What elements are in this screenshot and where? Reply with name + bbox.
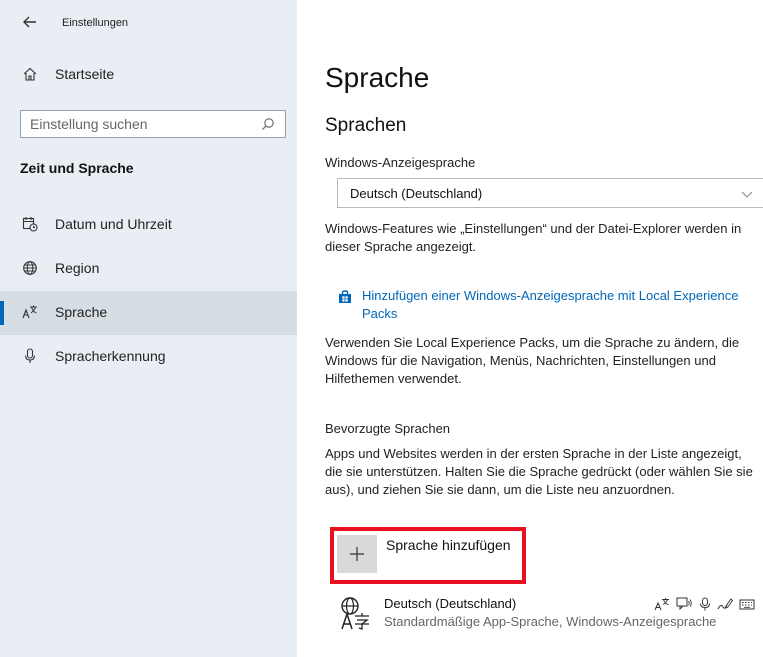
language-globe-icon bbox=[341, 597, 369, 630]
language-entry-name[interactable]: Deutsch (Deutschland) bbox=[384, 596, 516, 611]
display-language-description: Windows-Features wie „Einstellungen“ und… bbox=[325, 221, 742, 254]
lxp-description: Verwenden Sie Local Experience Packs, um… bbox=[325, 335, 740, 386]
display-language-feature-icon bbox=[654, 598, 669, 611]
search-input[interactable] bbox=[30, 115, 250, 133]
handwriting-feature-icon bbox=[717, 598, 733, 610]
page-title: Sprache bbox=[325, 62, 430, 93]
sidebar-item-label: Sprache bbox=[55, 304, 108, 320]
preferred-languages-label: Bevorzugte Sprachen bbox=[325, 421, 451, 436]
section-label: Zeit und Sprache bbox=[20, 160, 134, 176]
back-arrow-icon[interactable] bbox=[20, 12, 40, 32]
sidebar-item-label: Region bbox=[55, 260, 100, 276]
speech-feature-icon bbox=[700, 597, 710, 611]
window-title: Einstellungen bbox=[62, 17, 129, 29]
sidebar: Einstellungen Startseite Zeit und Sprach… bbox=[0, 0, 297, 657]
sidebar-item-region[interactable]: Region bbox=[0, 247, 297, 291]
search-box[interactable] bbox=[20, 110, 286, 138]
language-entry-subtitle: Standardmäßige App-Sprache, Windows-Anze… bbox=[384, 614, 717, 629]
section-heading: Sprachen bbox=[325, 115, 407, 136]
sidebar-item-label: Spracherkennung bbox=[55, 348, 166, 364]
keyboard-feature-icon bbox=[739, 599, 755, 610]
text-to-speech-feature-icon bbox=[676, 597, 692, 611]
home-icon[interactable] bbox=[22, 66, 38, 82]
sidebar-item-language[interactable]: Sprache bbox=[0, 291, 297, 335]
calendar-clock-icon bbox=[22, 217, 38, 232]
sidebar-item-speech[interactable]: Spracherkennung bbox=[0, 335, 297, 379]
display-language-label: Windows-Anzeigesprache bbox=[325, 155, 476, 170]
display-language-value: Deutsch (Deutschland) bbox=[350, 186, 483, 201]
local-experience-packs-link[interactable]: Hinzufügen einer Windows-Anzeigesprache … bbox=[362, 287, 742, 323]
preferred-languages-description: Apps und Websites werden in der ersten S… bbox=[325, 446, 753, 497]
selection-indicator bbox=[0, 301, 4, 325]
sidebar-item-label: Datum und Uhrzeit bbox=[55, 216, 172, 232]
microphone-icon bbox=[24, 348, 36, 363]
globe-icon bbox=[23, 261, 37, 275]
home-link[interactable]: Startseite bbox=[55, 66, 114, 82]
add-language-label[interactable]: Sprache hinzufügen bbox=[386, 537, 511, 553]
search-icon[interactable] bbox=[261, 117, 275, 131]
chevron-down-icon bbox=[741, 191, 753, 198]
plus-icon[interactable] bbox=[347, 544, 367, 564]
display-language-dropdown[interactable]: Deutsch (Deutschland) bbox=[337, 178, 763, 208]
sidebar-item-date-time[interactable]: Datum und Uhrzeit bbox=[0, 203, 297, 247]
language-icon bbox=[22, 305, 37, 319]
store-icon[interactable] bbox=[338, 290, 352, 304]
